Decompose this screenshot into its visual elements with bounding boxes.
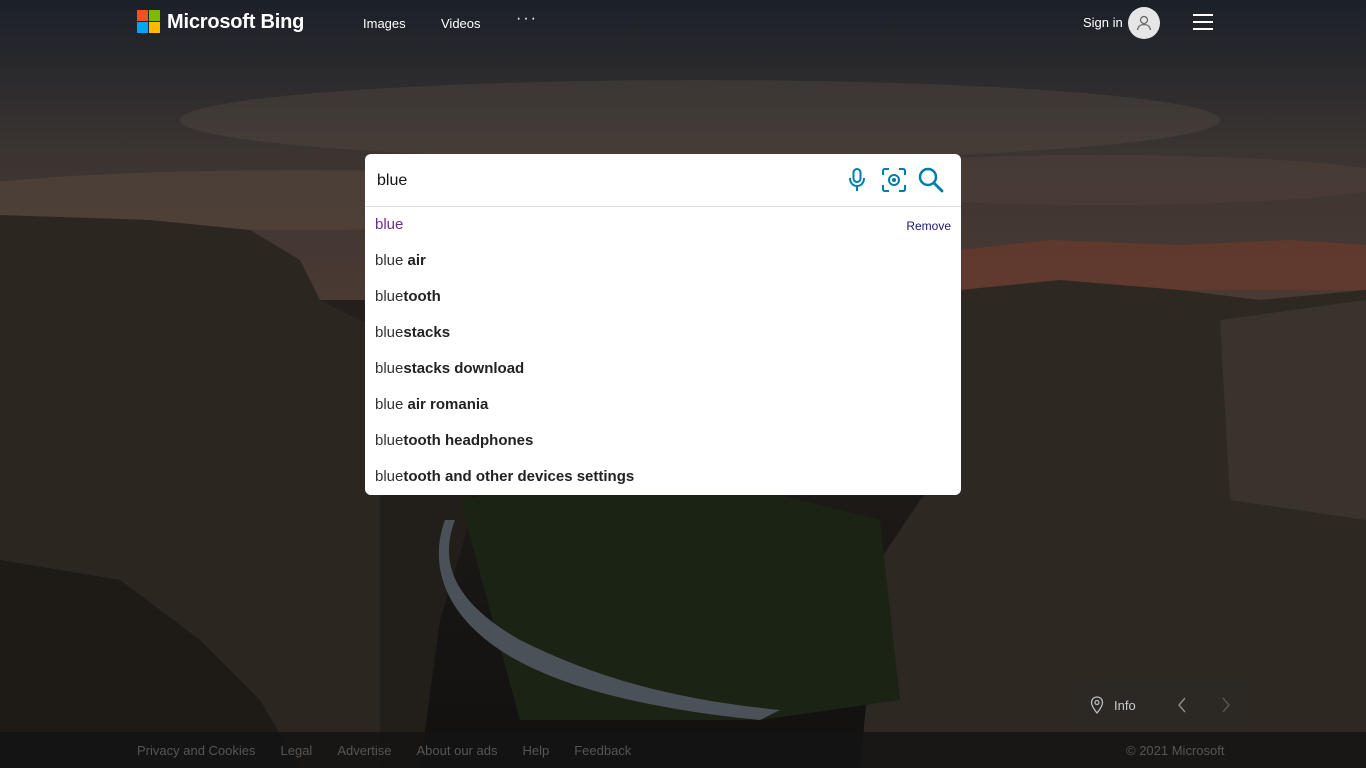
microsoft-logo-icon bbox=[137, 10, 161, 34]
nav-more-button[interactable]: ··· bbox=[516, 10, 538, 28]
suggestion-item[interactable]: blue air romania bbox=[375, 387, 488, 423]
suggestion-item[interactable]: bluestacks download bbox=[375, 351, 524, 387]
chevron-left-icon bbox=[1178, 697, 1186, 713]
footer-link-about-ads[interactable]: About our ads bbox=[417, 743, 498, 758]
user-icon[interactable] bbox=[1128, 7, 1160, 39]
sign-in-link[interactable]: Sign in bbox=[1083, 15, 1123, 30]
location-pin-icon bbox=[1090, 696, 1104, 714]
suggestion-item[interactable]: bluestacks bbox=[375, 315, 450, 351]
suggestion-item[interactable]: blue air bbox=[375, 243, 426, 279]
visual-search-icon[interactable] bbox=[881, 167, 907, 193]
info-label: Info bbox=[1114, 697, 1136, 713]
previous-image-button[interactable] bbox=[1160, 683, 1204, 727]
footer-link-privacy[interactable]: Privacy and Cookies bbox=[137, 743, 256, 758]
footer-links: Privacy and Cookies Legal Advertise Abou… bbox=[137, 743, 631, 758]
remove-suggestion-link[interactable]: Remove bbox=[906, 219, 951, 233]
footer-link-legal[interactable]: Legal bbox=[281, 743, 313, 758]
search-icon[interactable] bbox=[918, 167, 944, 193]
footer-link-advertise[interactable]: Advertise bbox=[337, 743, 391, 758]
suggestion-item[interactable]: bluetooth headphones bbox=[375, 423, 533, 459]
search-input[interactable] bbox=[375, 168, 839, 194]
header: Microsoft Bing Images Videos ··· Sign in bbox=[0, 0, 1366, 48]
microphone-icon[interactable] bbox=[844, 167, 870, 193]
logo-text: Microsoft Bing bbox=[167, 10, 305, 33]
suggestion-item[interactable]: bluetooth bbox=[375, 279, 441, 315]
footer-link-feedback[interactable]: Feedback bbox=[574, 743, 631, 758]
next-image-button[interactable] bbox=[1204, 683, 1248, 727]
chevron-right-icon bbox=[1222, 697, 1230, 713]
footer: Privacy and Cookies Legal Advertise Abou… bbox=[0, 732, 1366, 768]
suggestion-list: blue Remove blue air bluetooth bluestack… bbox=[365, 207, 961, 495]
image-info-bar: Info bbox=[1078, 683, 1248, 727]
nav-images[interactable]: Images bbox=[363, 16, 406, 31]
search-box bbox=[365, 154, 961, 207]
info-button[interactable]: Info bbox=[1078, 696, 1160, 714]
suggestion-item[interactable]: bluetooth and other devices settings bbox=[375, 459, 634, 495]
footer-link-help[interactable]: Help bbox=[522, 743, 549, 758]
nav-videos[interactable]: Videos bbox=[441, 16, 481, 31]
hamburger-icon[interactable] bbox=[1193, 14, 1213, 30]
suggestion-item[interactable]: blue bbox=[375, 207, 403, 243]
copyright: © 2021 Microsoft bbox=[1126, 743, 1225, 758]
bing-logo[interactable]: Microsoft Bing bbox=[137, 10, 304, 34]
